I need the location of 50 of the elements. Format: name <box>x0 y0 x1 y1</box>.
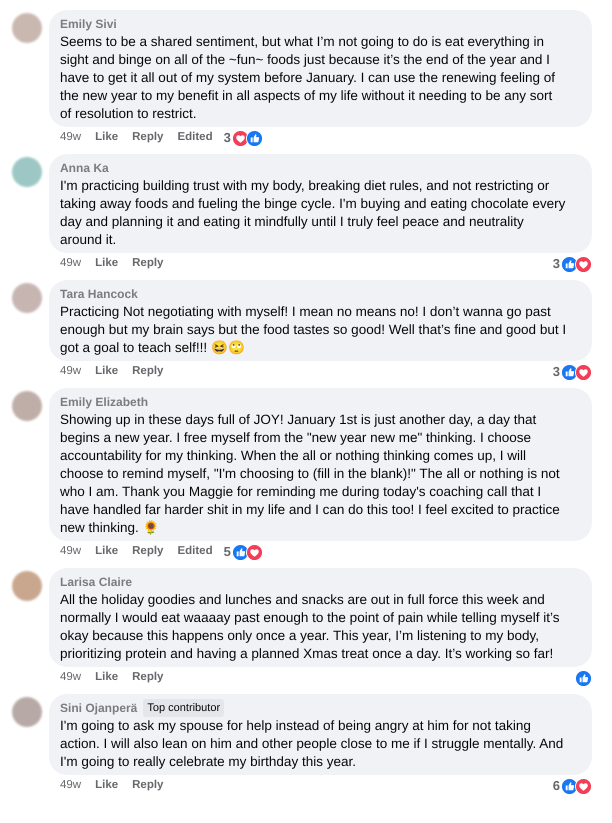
like-reaction-icon <box>575 670 592 686</box>
edited-label[interactable]: Edited <box>177 129 213 147</box>
edited-label[interactable]: Edited <box>177 543 213 561</box>
reaction-count[interactable]: 5 <box>224 542 231 562</box>
author-name[interactable]: Larisa Claire <box>60 573 132 591</box>
comment-text: Practicing Not negotiating with myself! I mean no means no! I don’t wanna go past enough but my brain says but the food tastes so good! Well that’s fine and good but I got a goal to teach self!!! 😆🙄 <box>60 303 568 357</box>
heart-reaction-icon <box>575 778 592 794</box>
contributor-badge: Top contributor <box>143 698 224 718</box>
action-link[interactable]: Reply <box>132 543 164 561</box>
action-link[interactable]: Like <box>95 777 118 795</box>
action-link[interactable]: Reply <box>132 129 164 147</box>
author-name[interactable]: Tara Hancock <box>60 285 138 303</box>
timestamp-link[interactable]: 49w <box>60 129 82 147</box>
author-name[interactable]: Emily Sivi <box>60 15 117 33</box>
timestamp-link[interactable]: 49w <box>60 669 82 687</box>
action-link[interactable]: Like <box>95 543 118 561</box>
action-link[interactable]: Reply <box>132 363 164 381</box>
action-link[interactable]: Reply <box>132 255 164 273</box>
author-name[interactable]: Sini Ojanperä <box>60 699 138 717</box>
heart-reaction-icon <box>575 364 592 380</box>
avatar[interactable] <box>12 13 42 43</box>
comment-text: Showing up in these days full of JOY! January 1st is just another day, a day that begins a new year. I free myself from the "new year new me" thinking. I choose accountability for my thinking. When the all or nothing thinking comes up, I will choose to remind myself, "I'm choosing to (fill in the blank)!" The all or nothing is not who I am. Thank you Maggie for reminding me during today's coaching call that I have handled far harder shit in my life and I can do this too! I feel excited to practice new thinking. 🌻 <box>60 411 561 537</box>
author-name[interactable]: Anna Ka <box>60 159 109 177</box>
comment-text: Seems to be a shared sentiment, but what I’m not going to do is eat everything in sight and binge on all of the ~fun~ foods just because it’s the end of the year and I have to get it all out of my system before January. I can use the renewing feeling of the new year to my benefit in all aspects of my life without it needing to be any sort of resolution to restrict. <box>60 33 556 123</box>
reaction-count[interactable]: 3 <box>552 254 560 274</box>
comment-text: I'm practicing building trust with my body, breaking diet rules, and not restricting or taking away foods and fueling the binge cycle. I'm buying and eating chocolate every day and planning it and eating it mindfully until I truly feel peace and neutrality around it. <box>60 177 566 249</box>
reaction-count[interactable]: 3 <box>552 362 560 382</box>
action-link[interactable]: Like <box>95 669 118 687</box>
action-link[interactable]: Like <box>95 255 118 273</box>
timestamp-link[interactable]: 49w <box>60 543 82 561</box>
reaction-count[interactable]: 3 <box>224 128 231 148</box>
action-link[interactable]: Like <box>95 363 118 381</box>
action-link[interactable]: Reply <box>132 669 164 687</box>
heart-reaction-icon <box>575 256 592 272</box>
avatar[interactable] <box>12 697 42 727</box>
timestamp-link[interactable]: 49w <box>60 777 82 795</box>
avatar[interactable] <box>12 391 42 421</box>
author-name[interactable]: Emily Elizabeth <box>60 393 148 411</box>
avatar[interactable] <box>12 283 42 313</box>
heart-reaction-icon <box>246 544 263 560</box>
comment-text: I'm going to ask my spouse for help instead of being angry at him for not taking action. I will also lean on him and other people close to me if I struggle mentally. And I'm going to really celebrate my birthday this year. <box>60 717 564 771</box>
action-link[interactable]: Like <box>95 129 118 147</box>
avatar[interactable] <box>12 571 42 601</box>
timestamp-link[interactable]: 49w <box>60 363 82 381</box>
reaction-count[interactable]: 6 <box>552 776 560 796</box>
like-reaction-icon <box>246 130 263 146</box>
timestamp-link[interactable]: 49w <box>60 255 82 273</box>
comment-text: All the holiday goodies and lunches and snacks are out in full force this week and normally I would eat waaaay past enough to the point of pain while telling myself it’s okay because this happens only once a year. This year, I’m listening to my body, prioritizing protein and having a planned Xmas treat once a day. It’s working so far! <box>60 591 561 663</box>
action-link[interactable]: Reply <box>132 777 164 795</box>
avatar[interactable] <box>12 157 42 187</box>
